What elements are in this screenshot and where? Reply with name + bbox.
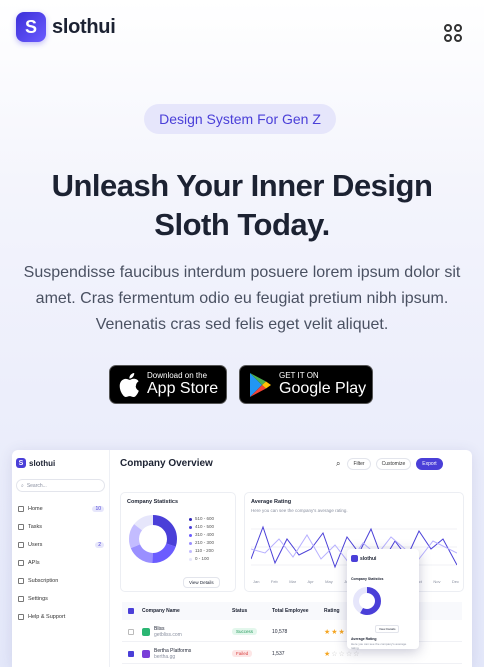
view-details-button[interactable]: View Details: [183, 577, 220, 588]
brand-name: slothui: [52, 15, 116, 38]
legend-item: 410 - 500: [189, 523, 214, 531]
hero-subtitle: Suspendisse faucibus interdum posuere lo…: [23, 264, 461, 333]
brand-logo[interactable]: S slothui: [16, 12, 116, 42]
menu-grid-icon[interactable]: [444, 24, 462, 42]
google-play-icon: [250, 372, 271, 397]
dashboard-title: Company Overview: [120, 458, 213, 469]
statistics-legend: 510 - 600 410 - 500 310 - 400 210 - 300 …: [189, 515, 214, 563]
popup-brand: slothui: [360, 555, 377, 562]
logo-mark-icon: S: [16, 12, 46, 42]
subscription-icon: [18, 578, 24, 584]
dashboard-search-input[interactable]: ⌕ Search...: [16, 479, 105, 492]
sidebar-item-home[interactable]: Home 10: [18, 503, 104, 515]
card-title: Average Rating: [251, 499, 292, 505]
legend-item: 310 - 400: [189, 531, 214, 539]
gear-icon: [18, 596, 24, 602]
popup-rating-subtitle: Here you can see the company's average r…: [351, 642, 407, 650]
export-button[interactable]: Export: [416, 458, 443, 470]
customize-button[interactable]: Customize: [375, 458, 412, 470]
status-badge: Failed: [232, 649, 253, 657]
employee-count: 10,578: [272, 628, 288, 635]
company-logo: [142, 649, 150, 658]
sidebar-item-label: Help & Support: [28, 614, 66, 620]
mobile-preview-popup: slothui Company Statistics View Details …: [347, 549, 419, 650]
google-play-small-text: GET IT ON: [279, 371, 319, 380]
dashboard-logo[interactable]: S slothui: [16, 458, 55, 468]
sidebar-item-label: Settings: [28, 596, 48, 602]
apis-icon: [18, 560, 24, 566]
statistics-donut-chart: [129, 515, 177, 563]
sidebar-item-label: Home: [28, 506, 43, 512]
sidebar-item-settings[interactable]: Settings: [18, 593, 104, 605]
status-badge: Success: [232, 627, 258, 635]
column-header[interactable]: Company Name: [142, 608, 232, 614]
sidebar-item-subscription[interactable]: Subscription: [18, 575, 104, 587]
hero-title: Unleash Your Inner Design Sloth Today.: [20, 166, 464, 244]
dashboard-logo-mark-icon: S: [16, 458, 26, 468]
legend-item: 210 - 300: [189, 539, 214, 547]
google-play-button[interactable]: GET IT ON Google Play: [239, 365, 373, 404]
select-all-checkbox[interactable]: [128, 608, 134, 614]
search-icon: ⌕: [21, 482, 24, 489]
column-header[interactable]: Total Employee: [272, 608, 324, 614]
sidebar-item-label: Tasks: [28, 524, 43, 530]
navbar: S slothui: [0, 0, 484, 60]
dashboard-brand-name: slothui: [29, 458, 56, 468]
app-store-button[interactable]: Download on the App Store: [109, 365, 227, 404]
row-checkbox[interactable]: [128, 628, 134, 635]
popup-rating-title: Average Rating: [351, 637, 377, 641]
app-store-small-text: Download on the: [147, 371, 208, 380]
popup-donut-chart: [353, 587, 381, 615]
search-placeholder: Search...: [26, 482, 47, 489]
sidebar-item-users[interactable]: Users 2: [18, 539, 104, 551]
apple-icon: [119, 372, 139, 397]
popup-stats-title: Company Statistics: [351, 577, 384, 581]
help-icon: [18, 614, 24, 620]
card-title: Company Statistics: [127, 499, 179, 505]
search-icon[interactable]: ⌕: [334, 459, 342, 469]
sidebar-item-label: Users: [28, 542, 43, 548]
home-icon: [18, 506, 24, 512]
popup-view-details-button[interactable]: View Details: [375, 625, 400, 633]
hero-title-line-2: Sloth Today.: [154, 207, 330, 242]
row-checkbox[interactable]: [128, 650, 134, 657]
popup-logo-mark-icon: [351, 555, 358, 562]
hero-title-line-1: Unleash Your Inner Design: [51, 168, 433, 203]
employee-count: 1,537: [272, 650, 285, 657]
rating-stars: ★☆☆☆☆: [324, 650, 361, 658]
company-logo: [142, 627, 150, 636]
sidebar-item-label: Subscription: [28, 578, 59, 584]
google-play-label: Google Play: [279, 380, 367, 397]
app-store-label: App Store: [147, 380, 219, 397]
company-statistics-card: Company Statistics 510 - 600 410 - 500 3…: [120, 492, 236, 592]
legend-item: 0 - 100: [189, 555, 214, 563]
card-subtitle: Here you can see the company's average r…: [251, 508, 348, 513]
dashboard-sidebar: S slothui ⌕ Search... Home 10 Tasks User…: [12, 450, 110, 667]
users-icon: [18, 542, 24, 548]
legend-item: 510 - 600: [189, 515, 214, 523]
sidebar-item-apis[interactable]: APIs: [18, 557, 104, 569]
hero-badge: Design System For Gen Z: [144, 104, 336, 134]
company-domain: getbliss.com: [154, 631, 182, 638]
popup-logo: slothui: [351, 555, 376, 562]
sidebar-item-tasks[interactable]: Tasks: [18, 521, 104, 533]
sidebar-count-badge: 2: [95, 542, 104, 548]
company-domain: bertha.gg: [154, 653, 176, 660]
sidebar-item-help[interactable]: Help & Support: [18, 611, 104, 623]
tasks-icon: [18, 524, 24, 530]
filter-button[interactable]: Filter: [347, 458, 371, 470]
column-header[interactable]: Status: [232, 608, 272, 614]
dashboard-toolbar: ⌕ Filter Customize Export: [334, 458, 443, 470]
legend-item: 110 - 200: [189, 547, 214, 555]
sidebar-count-badge: 10: [92, 506, 104, 512]
sidebar-item-label: APIs: [28, 560, 40, 566]
